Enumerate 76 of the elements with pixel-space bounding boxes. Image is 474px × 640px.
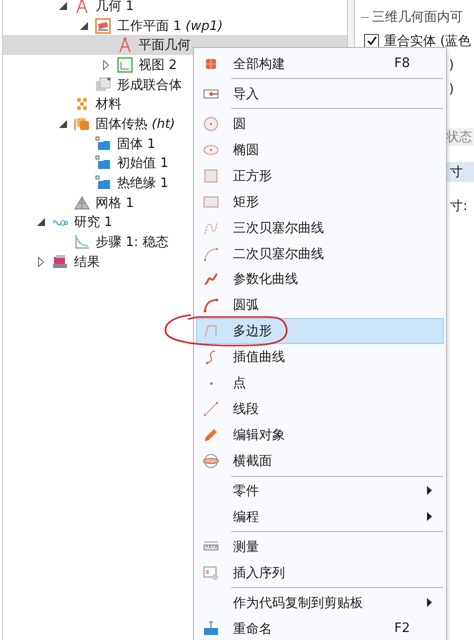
expanded-arrow-icon[interactable]	[58, 120, 66, 128]
expanded-arrow-icon[interactable]	[58, 2, 66, 10]
menu-item[interactable]: 插入序列	[196, 560, 444, 586]
tree-label: 网格 1	[96, 194, 134, 212]
tree-label: 结果	[74, 254, 100, 271]
polygon-icon	[203, 323, 219, 340]
menu-item[interactable]: 椭圆	[196, 136, 444, 163]
menu-item[interactable]: 参数化曲线	[196, 266, 444, 292]
compass-icon	[74, 0, 90, 14]
tree-label: 研究 1	[74, 214, 112, 232]
circle-icon	[203, 116, 219, 132]
collapsed-arrow-icon[interactable]	[102, 60, 108, 70]
setting-text: )	[448, 58, 454, 72]
setting-text: 寸:	[450, 198, 468, 215]
tree-label: 固体传热 (ht)	[96, 116, 176, 133]
menu-item[interactable]: 横截面	[196, 448, 444, 474]
blocks-icon	[74, 116, 90, 132]
curve-icon	[203, 271, 219, 288]
tree-item[interactable]: 工作平面 1 (wp1)	[3, 16, 347, 36]
shortcut-text: F8	[394, 56, 410, 72]
menu-item[interactable]: 测量	[196, 534, 444, 560]
view-icon	[116, 56, 132, 73]
chart-icon	[74, 234, 90, 250]
tree-label: 热绝缘 1	[117, 175, 168, 192]
menu-item[interactable]: 圆	[196, 110, 444, 137]
line-icon	[203, 401, 219, 418]
tree-label: 形成联合体	[117, 76, 182, 94]
menu-item[interactable]: 导入	[196, 80, 444, 107]
curve-icon	[203, 220, 219, 236]
stack-icon	[52, 254, 68, 270]
tree-label: 工作平面 1 (wp1)	[117, 18, 223, 35]
sequence-icon	[203, 564, 219, 581]
triangle-icon	[74, 194, 90, 211]
menu-item[interactable]: 编辑对象	[196, 422, 444, 448]
setting-text: )	[448, 82, 454, 96]
menu-item[interactable]: 编程	[196, 504, 444, 530]
union-icon	[95, 76, 111, 93]
tree-label: 初始值 1	[117, 155, 168, 172]
collapsed-arrow-icon[interactable]	[38, 256, 44, 267]
menu-item[interactable]: 重命名 F2	[196, 616, 444, 640]
tree-label: 视图 2	[138, 56, 177, 74]
menu-item[interactable]: 矩形	[196, 188, 444, 215]
square-icon	[203, 168, 219, 184]
rename-icon	[203, 620, 219, 637]
tree-label: 平面几何	[138, 37, 190, 54]
folder-icon	[95, 155, 111, 172]
tree-label: 固体 1	[117, 136, 156, 153]
setting-text: 寸	[450, 164, 463, 181]
menu-item[interactable]: 圆弧	[196, 292, 444, 318]
tree-label: 材料	[96, 96, 122, 114]
pencil-icon	[203, 427, 219, 444]
shortcut-text: F2	[394, 621, 410, 636]
cross-section-icon	[203, 453, 219, 470]
menu-item[interactable]: 二次贝塞尔曲线	[196, 240, 444, 266]
menu-item[interactable]: 插值曲线	[196, 344, 444, 370]
menu-item[interactable]: 正方形	[196, 162, 444, 189]
expanded-arrow-icon[interactable]	[37, 218, 45, 226]
plane-icon	[95, 18, 111, 34]
menu-item[interactable]: 点	[196, 370, 444, 396]
checkbox[interactable]	[364, 34, 379, 48]
expanded-arrow-icon[interactable]	[80, 22, 88, 30]
rectangle-icon	[203, 194, 219, 210]
tree-label: 步骤 1: 稳态	[96, 234, 168, 252]
folder-icon	[95, 136, 111, 152]
curve-icon	[203, 246, 219, 262]
folder-icon	[95, 175, 111, 192]
compass-icon	[116, 37, 132, 54]
group-title: 三维几何面内可	[372, 9, 463, 26]
arc-icon	[203, 297, 219, 314]
menu-item[interactable]: 线段	[196, 396, 444, 422]
checkbox-label: 重合实体 (蓝色	[384, 33, 472, 50]
menu-item[interactable]: 多边形	[196, 318, 444, 344]
point-icon	[210, 382, 212, 385]
menu-item[interactable]: 零件	[196, 478, 444, 504]
menu-item[interactable]: 三次贝塞尔曲线	[196, 214, 444, 241]
menu-item[interactable]: 作为代码复制到剪贴板	[196, 590, 444, 616]
